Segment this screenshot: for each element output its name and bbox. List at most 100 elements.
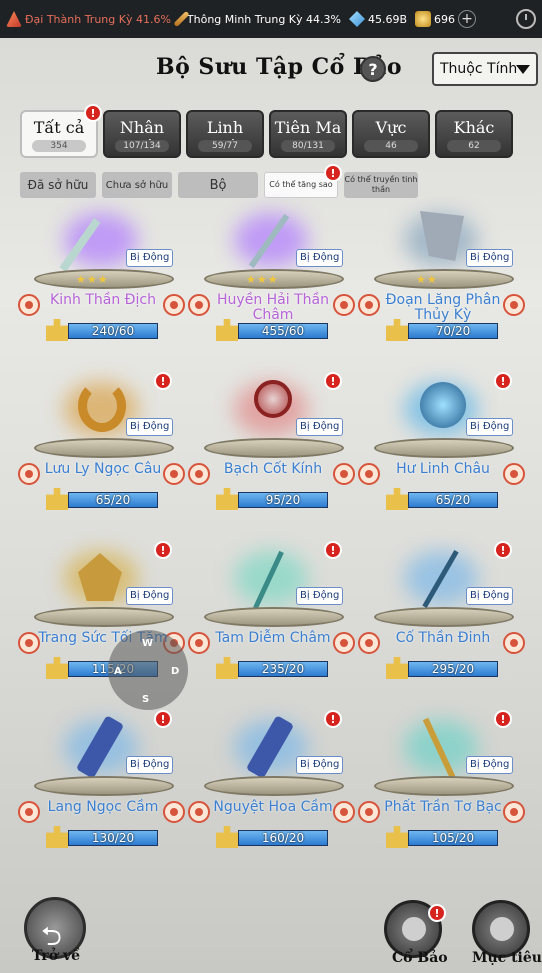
pedestal [374,607,514,627]
fragment-icon [46,319,68,341]
treasure-image [420,382,466,428]
header: Bộ Sưu Tập Cổ Bảo ? Thuộc Tính [0,50,542,90]
treasure-card[interactable]: Bị Động Bạch Cốt Kính 95/20 ! [186,372,356,539]
pedestal [374,269,514,289]
tab-nhan-gioi[interactable]: Nhân Giới 107/134 [103,110,181,158]
skill-icon[interactable] [358,801,380,823]
progress-bar: 105/20 [408,830,498,846]
key-w-label: W [142,638,154,649]
filter-owned[interactable]: Đã sở hữu [20,172,96,198]
joystick-overlay[interactable]: W A D S [108,630,188,710]
filter-can-transfer[interactable]: Có thể truyền tinh thần [344,172,418,198]
alert-badge-icon: ! [154,541,172,559]
treasure-card[interactable]: Bị Động Tam Diễm Châm 235/20 ! [186,541,356,708]
skill-icon[interactable] [18,632,40,654]
alert-badge-icon: ! [154,710,172,728]
treasure-card[interactable]: Bị Động Cố Thần Đinh 295/20 ! [356,541,526,708]
progress-text: 160/20 [261,831,305,845]
passive-tag: Bị Động [466,249,514,267]
realm-text: Đại Thành Trung Kỳ 41.6% [25,12,171,26]
clock-icon[interactable] [516,9,536,29]
realm-icon [6,11,22,27]
skill-icon[interactable] [188,632,210,654]
tab-tien-ma[interactable]: Tiên Ma 80/131 [269,110,347,158]
coin-stat: 696 + [415,10,477,28]
alert-badge-icon: ! [324,372,342,390]
key-s-label: S [142,694,150,705]
tab-count: 46 [364,140,418,152]
progress-bar: 240/60 [68,323,158,339]
progress-bar: 70/20 [408,323,498,339]
add-currency-button[interactable]: + [458,10,477,28]
treasure-card[interactable]: Bị Động Hư Linh Châu 65/20 ! [356,372,526,539]
treasure-card[interactable]: ★★★ Bị Động Kinh Thần Địch 240/60 [16,205,186,370]
star-rating: ★★★ [76,273,109,286]
crystal-stat: 45.69B [348,11,407,27]
progress-bar: 295/20 [408,661,498,677]
progress-text: 295/20 [431,662,475,676]
alert-badge-icon: ! [494,541,512,559]
alert-badge-icon: ! [324,541,342,559]
tab-label: Khác [453,118,495,137]
tab-all[interactable]: Tất cả 354 ! [20,104,102,158]
attribute-dropdown[interactable]: Thuộc Tính [432,52,538,86]
status-bar: Đại Thành Trung Kỳ 41.6% Thông Minh Trun… [0,0,542,38]
treasure-card[interactable]: Bị Động Lưu Ly Ngọc Câu 65/20 ! [16,372,186,539]
treasure-card[interactable]: Bị Động Nguyệt Hoa Cầm 160/20 ! [186,710,356,877]
skill-icon[interactable] [358,294,380,316]
skill-icon[interactable] [188,294,210,316]
chevron-down-icon [516,65,530,74]
fragment-icon [46,826,68,848]
progress-text: 65/20 [95,493,131,507]
treasure-card[interactable]: ★★★ Bị Động Huyền Hải Thần Châm 455/60 [186,205,356,370]
treasure-card[interactable]: ★★ Bị Động Đoạn Lăng Phân Thủy Kỳ 70/20 [356,205,526,370]
pedestal [34,607,174,627]
treasure-label: Cổ Bảo [392,950,448,966]
skill-icon[interactable] [358,632,380,654]
category-tabs: Tất cả 354 ! Nhân Giới 107/134 Linh Giới… [20,104,520,160]
progress-bar: 65/20 [408,492,498,508]
progress-bar: 65/20 [68,492,158,508]
filter-bar: Đã sở hữu Chưa sở hữu Bộ Có thể tăng sao… [20,164,520,200]
progress-text: 455/60 [261,324,305,338]
passive-tag: Bị Động [126,249,174,267]
tab-khac[interactable]: Khác 62 [435,110,513,158]
skill-icon[interactable] [18,294,40,316]
treasure-name: Lang Ngọc Cầm [47,799,159,815]
progress-text: 240/60 [91,324,135,338]
filter-set[interactable]: Bộ [178,172,258,198]
help-icon[interactable]: ? [360,56,386,82]
tab-vuc[interactable]: Vực 46 [352,110,430,158]
pedestal [204,438,344,458]
treasure-name: Hư Linh Châu [396,461,490,477]
progress-text: 105/20 [431,831,475,845]
treasure-name: Nguyệt Hoa Cầm [213,799,333,815]
tab-label: Tiên Ma [274,118,342,137]
pedestal [204,607,344,627]
skill-icon[interactable] [188,801,210,823]
treasure-name: Tam Diễm Châm [215,630,331,646]
tab-linh-gioi[interactable]: Linh Giới 59/77 [186,110,264,158]
tab-count: 354 [32,140,86,152]
filter-not-owned[interactable]: Chưa sở hữu [102,172,172,198]
skill-icon[interactable] [188,463,210,485]
passive-tag: Bị Động [296,418,344,436]
passive-tag: Bị Động [126,418,174,436]
progress-bar: 95/20 [238,492,328,508]
progress-text: 130/20 [91,831,135,845]
tab-label: Vực [375,118,407,137]
coin-icon [415,11,432,27]
back-label: Trở về [32,948,81,964]
tab-count: 107/134 [115,140,169,152]
treasure-card[interactable]: Bị Động Lang Ngọc Cầm 130/20 ! [16,710,186,877]
fragment-icon [386,826,408,848]
fragment-icon [216,657,238,679]
skill-icon[interactable] [18,463,40,485]
progress-bar: 455/60 [238,323,328,339]
passive-tag: Bị Động [296,756,344,774]
passive-tag: Bị Động [126,587,174,605]
skill-icon[interactable] [358,463,380,485]
target-icon [490,917,514,941]
skill-icon[interactable] [18,801,40,823]
treasure-card[interactable]: Bị Động Phất Trần Tơ Bạc 105/20 ! [356,710,526,877]
